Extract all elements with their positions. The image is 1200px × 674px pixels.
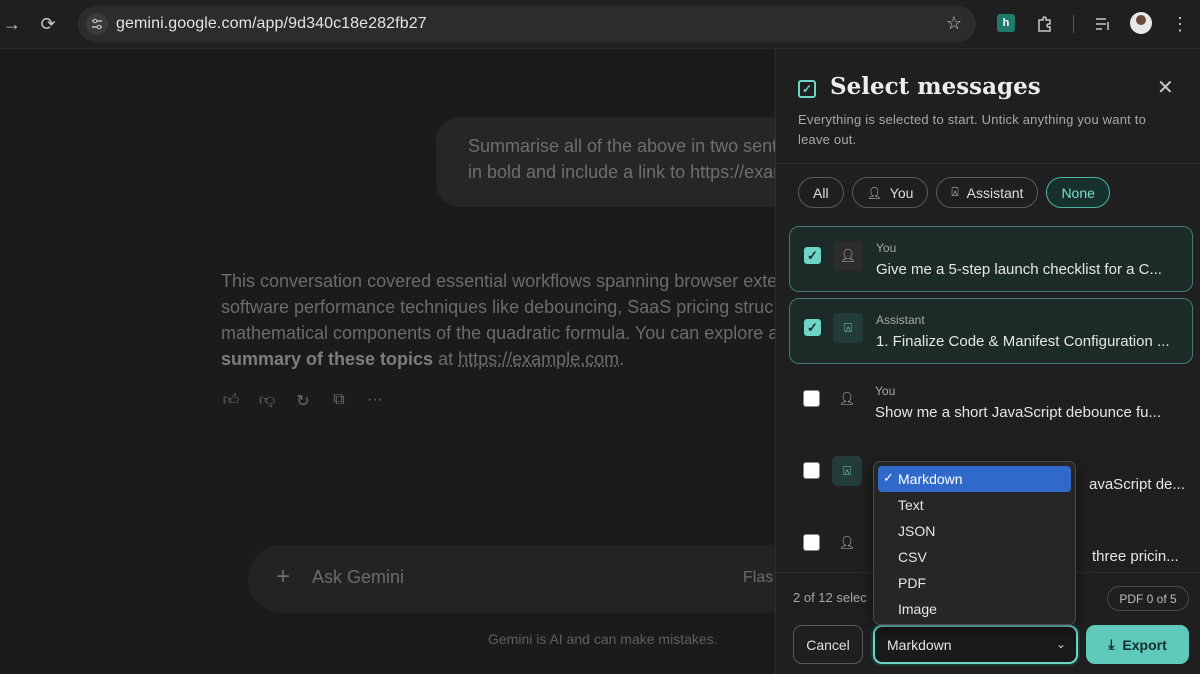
- answer-link[interactable]: https://example.com: [458, 349, 619, 369]
- filter-chips: All 👤︎ You ⍓ Assistant None: [798, 177, 1110, 208]
- toolbar-divider: [1073, 15, 1074, 33]
- filter-you-chip[interactable]: 👤︎ You: [852, 177, 929, 208]
- answer-line-3: mathematical components of the quadratic…: [221, 323, 775, 343]
- reading-list-icon[interactable]: [1091, 12, 1115, 36]
- filter-assistant-label: Assistant: [967, 185, 1024, 201]
- message-preview: 1. Finalize Code & Manifest Configuratio…: [876, 333, 1181, 350]
- address-bar[interactable]: gemini.google.com/app/9d340c18e282fb27 ☆: [78, 6, 976, 42]
- thumbs-up-icon[interactable]: 👍︎: [221, 391, 241, 411]
- prompt-placeholder: Ask Gemini: [312, 567, 404, 588]
- message-role: You: [876, 241, 896, 255]
- answer-end: .: [619, 349, 624, 369]
- bot-icon: ⍓: [832, 456, 862, 486]
- format-option-text[interactable]: Text: [878, 492, 1071, 518]
- regenerate-icon[interactable]: ↻: [293, 391, 313, 411]
- option-label: JSON: [898, 523, 935, 539]
- option-label: Markdown: [898, 471, 963, 487]
- chevron-down-icon: ⌄: [1056, 637, 1066, 651]
- url-text: gemini.google.com/app/9d340c18e282fb27: [116, 15, 427, 33]
- answer-line-1: This conversation covered essential work…: [221, 271, 775, 291]
- browser-toolbar: → ⟳ gemini.google.com/app/9d340c18e282fb…: [0, 0, 1200, 49]
- filter-assistant-chip[interactable]: ⍓ Assistant: [936, 177, 1038, 208]
- answer-bold: summary of these topics: [221, 349, 433, 369]
- more-options-icon[interactable]: ···: [365, 391, 385, 411]
- bot-icon: ⍓: [951, 185, 958, 200]
- message-checkbox[interactable]: [803, 534, 820, 551]
- filter-you-label: You: [890, 185, 914, 201]
- model-selector[interactable]: Flas: [743, 569, 773, 587]
- person-icon: 👤︎: [833, 241, 863, 271]
- format-option-csv[interactable]: CSV: [878, 544, 1071, 570]
- panel-title: Select messages: [830, 73, 1041, 100]
- divider: [776, 163, 1200, 164]
- checkbox-checked-icon: ✓: [798, 80, 816, 98]
- assistant-answer: This conversation covered essential work…: [221, 268, 775, 372]
- message-preview: three pricin...: [1092, 548, 1189, 565]
- pdf-count-badge: PDF 0 of 5: [1107, 586, 1189, 611]
- bookmark-star-icon[interactable]: ☆: [946, 13, 962, 34]
- user-message-text: Summarise all of the above in two sent i…: [468, 133, 775, 185]
- message-row[interactable]: ✓ ⍓ Assistant 1. Finalize Code & Manifes…: [789, 298, 1193, 364]
- format-option-markdown[interactable]: ✓ Markdown: [878, 466, 1071, 492]
- thumbs-down-icon[interactable]: 👎︎: [257, 391, 277, 411]
- format-select[interactable]: Markdown ⌄: [873, 625, 1078, 664]
- profile-avatar[interactable]: [1130, 12, 1152, 34]
- message-role: You: [875, 384, 895, 398]
- person-icon: 👤︎: [867, 186, 882, 200]
- format-dropdown-menu: ✓ Markdown Text JSON CSV PDF Image: [873, 461, 1076, 625]
- close-icon[interactable]: ✕: [1157, 75, 1174, 100]
- export-button[interactable]: ⤓ Export: [1086, 625, 1189, 664]
- message-checkbox[interactable]: ✓: [804, 247, 821, 264]
- option-label: PDF: [898, 575, 926, 591]
- answer-line-2: software performance techniques like deb…: [221, 297, 773, 317]
- filter-none-chip[interactable]: None: [1046, 177, 1109, 208]
- message-preview: Show me a short JavaScript debounce fu..…: [875, 404, 1180, 421]
- copy-icon[interactable]: ⧉: [329, 391, 349, 411]
- extension-badge-icon[interactable]: h: [997, 14, 1015, 32]
- panel-subtitle: Everything is selected to start. Untick …: [798, 110, 1178, 150]
- format-option-pdf[interactable]: PDF: [878, 570, 1071, 596]
- download-icon: ⤓: [1108, 636, 1114, 653]
- response-actions: 👍︎ 👎︎ ↻ ⧉ ···: [221, 391, 385, 411]
- message-checkbox[interactable]: [803, 390, 820, 407]
- format-select-value: Markdown: [887, 637, 952, 653]
- more-menu-icon[interactable]: ⋮: [1168, 12, 1192, 36]
- message-role: Assistant: [876, 313, 925, 327]
- message-checkbox[interactable]: ✓: [804, 319, 821, 336]
- person-icon: 👤︎: [832, 384, 862, 414]
- disclaimer-text: Gemini is AI and can make mistakes.: [488, 631, 718, 647]
- user-message-bubble: Summarise all of the above in two sent i…: [436, 117, 775, 207]
- message-row[interactable]: 👤︎ You Show me a short JavaScript deboun…: [789, 370, 1193, 436]
- bot-icon: ⍓: [833, 313, 863, 343]
- checkmark-icon: ✓: [883, 470, 894, 486]
- export-label: Export: [1122, 637, 1166, 653]
- format-option-image[interactable]: Image: [878, 596, 1071, 622]
- selection-count: 2 of 12 selec: [793, 590, 867, 605]
- reload-icon[interactable]: ⟳: [36, 12, 60, 36]
- option-label: CSV: [898, 549, 927, 565]
- add-plus-icon[interactable]: +: [276, 563, 290, 591]
- cancel-button[interactable]: Cancel: [793, 625, 863, 664]
- extensions-puzzle-icon[interactable]: [1033, 12, 1057, 36]
- message-row[interactable]: ✓ 👤︎ You Give me a 5-step launch checkli…: [789, 226, 1193, 292]
- message-preview: Give me a 5-step launch checklist for a …: [876, 261, 1181, 278]
- forward-icon[interactable]: →: [0, 12, 24, 36]
- filter-none-label: None: [1061, 185, 1094, 201]
- person-icon: 👤︎: [832, 528, 862, 558]
- chat-area: Summarise all of the above in two sent i…: [0, 49, 775, 674]
- format-option-json[interactable]: JSON: [878, 518, 1071, 544]
- message-checkbox[interactable]: [803, 462, 820, 479]
- option-label: Image: [898, 601, 937, 617]
- filter-all-label: All: [813, 185, 829, 201]
- prompt-input-box[interactable]: + Ask Gemini Flas: [248, 545, 775, 613]
- filter-all-chip[interactable]: All: [798, 177, 844, 208]
- answer-at: at: [433, 349, 458, 369]
- site-settings-icon[interactable]: [86, 13, 108, 35]
- option-label: Text: [898, 497, 924, 513]
- message-preview: avaScript de...: [1089, 476, 1189, 493]
